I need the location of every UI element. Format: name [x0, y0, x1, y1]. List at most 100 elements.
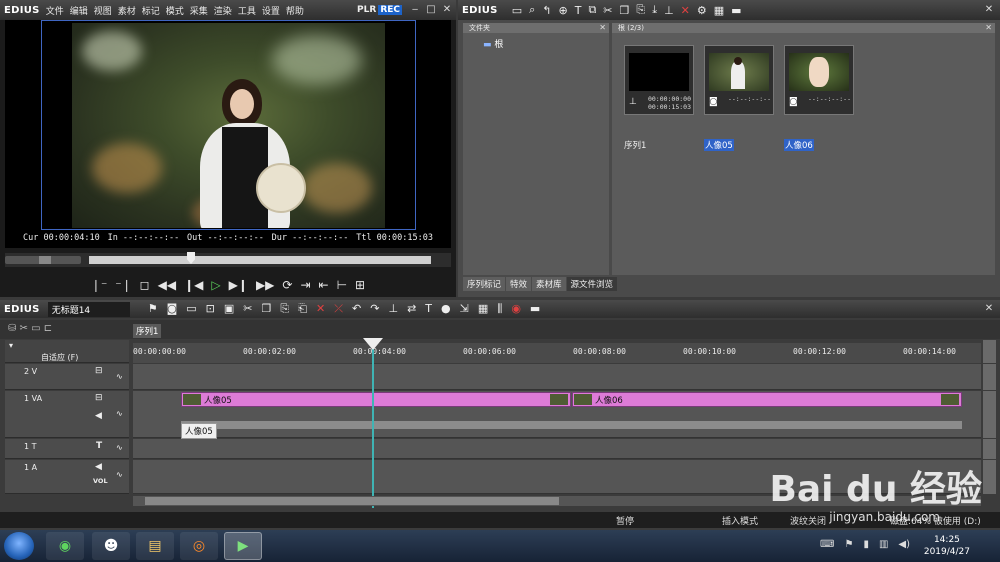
- tab-source-browser[interactable]: 源文件浏览: [566, 277, 618, 291]
- set-in-icon[interactable]: ❘⁻: [91, 278, 107, 292]
- delete-icon[interactable]: ✕: [681, 4, 690, 17]
- split-icon[interactable]: ⊥: [388, 302, 398, 316]
- track-scroll[interactable]: [983, 460, 996, 494]
- paste-icon[interactable]: ⎘: [280, 302, 289, 316]
- clip-portrait-05[interactable]: ◙ --:--:--:--: [704, 45, 774, 115]
- capture-icon[interactable]: ◙: [167, 302, 178, 316]
- root-folder[interactable]: ▬ 根: [483, 37, 503, 50]
- position-slider[interactable]: [89, 256, 431, 264]
- output-icon[interactable]: ⊞: [355, 278, 365, 292]
- step-forward-icon[interactable]: ▶❙: [229, 278, 248, 292]
- track-lock-icon[interactable]: ⊟: [95, 393, 103, 403]
- clip-sequence[interactable]: ⊥ 00:00:00:00 00:00:15:03: [624, 45, 694, 115]
- bin-close-icon[interactable]: ✕: [982, 3, 996, 17]
- menu-render[interactable]: 渲染: [214, 4, 232, 17]
- title-icon[interactable]: T: [575, 4, 582, 17]
- tab-bin[interactable]: 素材库: [532, 277, 566, 291]
- stop-icon[interactable]: ◻: [140, 278, 150, 292]
- record-icon[interactable]: ◉: [511, 302, 521, 316]
- save-icon[interactable]: ▣: [224, 302, 234, 316]
- tab-effects[interactable]: 特效: [506, 277, 532, 291]
- start-button[interactable]: [4, 532, 34, 560]
- close-icon[interactable]: ✕: [440, 3, 454, 17]
- ripple-delete-icon[interactable]: ⤫: [334, 302, 343, 316]
- clip-pane-close-icon[interactable]: ✕: [985, 23, 992, 32]
- add-transition-icon[interactable]: ⇄: [407, 302, 416, 316]
- clip-portrait-06[interactable]: ◙ --:--:--:--: [784, 45, 854, 115]
- track-1a-header[interactable]: 1 A ◀ VOL ∿: [5, 460, 129, 494]
- copy-icon[interactable]: ❐: [620, 4, 630, 17]
- taskbar-clock[interactable]: 14:25 2019/4/27: [924, 534, 970, 558]
- scrub-bar[interactable]: [5, 252, 451, 267]
- folder-icon[interactable]: ▭: [512, 4, 522, 17]
- set-out-icon[interactable]: ⁻❘: [115, 278, 131, 292]
- mode-icon[interactable]: ⚑: [148, 302, 158, 316]
- layout-icon[interactable]: ▬: [530, 302, 540, 316]
- menu-mode[interactable]: 模式: [166, 4, 184, 17]
- track-expand-icon[interactable]: ▾: [9, 341, 13, 350]
- taskbar-browser[interactable]: ◉: [46, 532, 84, 560]
- playhead-line[interactable]: [372, 340, 374, 508]
- add-to-timeline-icon[interactable]: ⤓: [652, 3, 657, 17]
- timeline-clip-portrait-05[interactable]: 人像05: [181, 392, 571, 407]
- cut-icon[interactable]: ✂: [243, 302, 252, 316]
- timeline-close-icon[interactable]: ✕: [982, 302, 996, 316]
- overwrite-to-timeline-icon[interactable]: ⇤: [319, 278, 329, 292]
- split-icon[interactable]: ⊥: [664, 4, 674, 17]
- capture-icon[interactable]: ⧉: [588, 3, 596, 17]
- menu-edit[interactable]: 编辑: [70, 4, 88, 17]
- taskbar-explorer[interactable]: ▤: [136, 532, 174, 560]
- track-scroll[interactable]: [983, 364, 996, 390]
- taskbar-firefox[interactable]: ◎: [180, 532, 218, 560]
- timeline-clip-portrait-06[interactable]: 人像06: [572, 392, 962, 407]
- step-back-icon[interactable]: ❙◀: [184, 278, 203, 292]
- volume-icon[interactable]: ◀): [898, 539, 910, 550]
- view-icon[interactable]: ▦: [714, 4, 724, 17]
- menu-clip[interactable]: 素材: [118, 4, 136, 17]
- folder-pane-close-icon[interactable]: ✕: [599, 23, 606, 32]
- tab-sequence[interactable]: 序列1: [133, 324, 162, 338]
- search-icon[interactable]: ⌕: [529, 3, 535, 17]
- insert-to-timeline-icon[interactable]: ⇥: [300, 278, 310, 292]
- ruler-scroll[interactable]: [983, 340, 996, 363]
- delete-icon[interactable]: ✕: [316, 302, 325, 316]
- layout-icon[interactable]: ▬: [731, 4, 741, 17]
- audio-lane[interactable]: [181, 421, 962, 429]
- keyboard-icon[interactable]: ⌨: [820, 539, 834, 550]
- track-wave-icon[interactable]: ∿: [116, 372, 123, 381]
- menu-file[interactable]: 文件: [46, 4, 64, 17]
- mixer-icon[interactable]: ⫼: [497, 302, 502, 316]
- menu-view[interactable]: 视图: [94, 4, 112, 17]
- properties-icon[interactable]: ⚙: [697, 4, 707, 17]
- grid-icon[interactable]: ▦: [478, 302, 488, 316]
- volume-label[interactable]: VOL: [93, 477, 108, 485]
- loop-icon[interactable]: ⟳: [282, 278, 292, 292]
- taskbar-edius[interactable]: ▶: [224, 532, 262, 560]
- zoom-mode-label[interactable]: 自适应 (F): [41, 352, 78, 363]
- track-1t-lane[interactable]: [133, 439, 981, 459]
- track-1va-lane[interactable]: 人像05 人像06: [133, 391, 981, 438]
- maximize-icon[interactable]: □: [424, 3, 438, 17]
- track-wave-icon[interactable]: ∿: [116, 470, 123, 479]
- track-tool-icons[interactable]: ⛁ ✂ ▭ ⊏: [8, 323, 52, 334]
- track-2v-lane[interactable]: [133, 364, 981, 390]
- menu-marker[interactable]: 标记: [142, 4, 160, 17]
- speaker-icon[interactable]: ◀: [95, 462, 102, 472]
- hscroll-thumb[interactable]: [145, 497, 559, 505]
- redo-icon[interactable]: ↷: [370, 302, 379, 316]
- track-lock-icon[interactable]: ⊟: [95, 366, 103, 376]
- play-icon[interactable]: ▷: [211, 278, 220, 292]
- mic-icon[interactable]: ●: [441, 302, 451, 316]
- rec-toggle[interactable]: REC: [378, 5, 402, 15]
- track-1va-header[interactable]: 1 VA ⊟ ◀ ∿: [5, 391, 129, 438]
- paste-icon[interactable]: ⎘: [636, 3, 645, 17]
- match-frame-icon[interactable]: ⊢: [337, 278, 347, 292]
- network-icon[interactable]: ▥: [879, 539, 888, 550]
- plr-toggle[interactable]: PLR: [357, 5, 376, 15]
- speaker-icon[interactable]: ◀: [95, 411, 102, 421]
- status-ripple[interactable]: 波纹关闭: [790, 514, 826, 527]
- tab-sequence-markers[interactable]: 序列标记: [463, 277, 506, 291]
- up-folder-icon[interactable]: ↰: [542, 4, 551, 17]
- add-clip-icon[interactable]: ⊕: [558, 4, 567, 17]
- menu-help[interactable]: 帮助: [286, 4, 304, 17]
